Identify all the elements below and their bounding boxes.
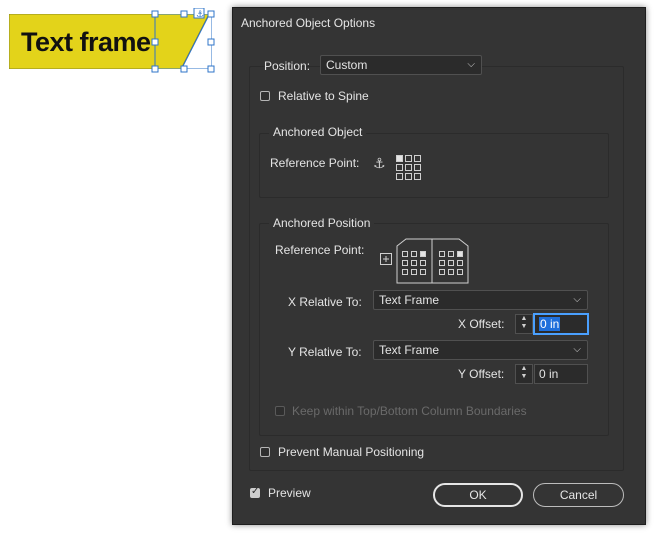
- keep-within-checkbox[interactable]: [275, 406, 285, 416]
- y-offset-input[interactable]: 0 in: [534, 364, 588, 384]
- anchored-position-legend: Anchored Position: [269, 216, 375, 230]
- chevron-down-icon: ⌵: [467, 59, 475, 70]
- anchored-object-legend: Anchored Object: [269, 125, 367, 139]
- x-offset-label: X Offset:: [458, 317, 505, 331]
- y-offset-stepper[interactable]: ▲ ▼: [515, 364, 533, 384]
- preview-label: Preview: [268, 486, 311, 500]
- anchored-object-options-dialog: Anchored Object Options Position: Custom…: [232, 7, 646, 525]
- keep-within-label: Keep within Top/Bottom Column Boundaries: [292, 404, 527, 418]
- frame-selection-handles[interactable]: ⚓: [150, 8, 218, 76]
- ap-reference-point-label: Reference Point:: [275, 243, 365, 257]
- ao-reference-point-grid[interactable]: [395, 154, 423, 182]
- x-relative-value: Text Frame: [379, 293, 440, 307]
- anchor-marker-icon: ⚓: [196, 9, 204, 19]
- chevron-down-icon: ⌵: [573, 344, 581, 355]
- y-offset-value: 0 in: [539, 367, 559, 381]
- cancel-button[interactable]: Cancel: [533, 483, 624, 507]
- ao-reference-point-label: Reference Point:: [270, 156, 360, 170]
- y-relative-label: Y Relative To:: [288, 345, 362, 359]
- relative-to-spine-label: Relative to Spine: [278, 89, 369, 103]
- position-dropdown[interactable]: Custom ⌵: [320, 55, 482, 75]
- position-value: Custom: [326, 58, 368, 72]
- ok-button[interactable]: OK: [433, 483, 523, 507]
- x-offset-input[interactable]: 0 in: [534, 314, 588, 334]
- anchor-icon: ⚓: [373, 155, 386, 171]
- x-offset-value: 0 in: [539, 317, 561, 331]
- y-offset-label: Y Offset:: [458, 367, 505, 381]
- relative-to-spine-checkbox[interactable]: [260, 91, 270, 101]
- prevent-manual-positioning-label: Prevent Manual Positioning: [278, 445, 425, 459]
- preview-checkbox[interactable]: [250, 486, 260, 498]
- prevent-manual-positioning-checkbox[interactable]: [260, 447, 270, 457]
- position-label: Position:: [264, 59, 311, 73]
- x-relative-label: X Relative To:: [288, 295, 362, 309]
- x-offset-stepper[interactable]: ▲ ▼: [515, 314, 533, 334]
- y-relative-dropdown[interactable]: Text Frame ⌵: [373, 340, 588, 360]
- dialog-title: Anchored Object Options: [241, 16, 376, 30]
- y-relative-value: Text Frame: [379, 343, 440, 357]
- chevron-down-icon: ⌵: [573, 294, 581, 305]
- x-relative-dropdown[interactable]: Text Frame ⌵: [373, 290, 588, 310]
- text-frame-text: Text frame: [21, 27, 151, 57]
- ap-reference-point-spread[interactable]: [396, 238, 469, 284]
- spread-toggle-icon[interactable]: [379, 252, 393, 266]
